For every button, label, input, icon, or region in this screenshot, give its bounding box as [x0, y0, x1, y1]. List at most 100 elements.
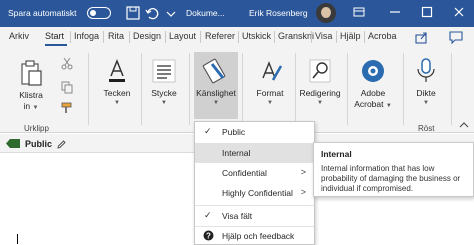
tab-separator — [238, 31, 239, 43]
tooltip: Internal Internal information that has l… — [313, 142, 474, 197]
current-label-text[interactable]: Public — [25, 139, 52, 149]
document-title[interactable]: Dokume... — [186, 8, 225, 18]
dictate-button[interactable]: Dikte ▼ — [408, 56, 444, 107]
autosave-label: Spara automatiskt — [8, 8, 77, 18]
group-separator — [88, 53, 89, 125]
group-separator — [347, 53, 348, 125]
menu-item-show-field[interactable]: ✓ Visa fält — [195, 206, 314, 226]
ribbon-display-icon[interactable] — [352, 5, 366, 19]
menu-item-highly-confidential[interactable]: Highly Confidential > — [195, 183, 314, 203]
sensitivity-dropdown-menu: ✓ Public Internal Confidential > Highly … — [194, 121, 315, 245]
title-bar: Spara automatiskt Dokume... Erik Rosenbe… — [0, 0, 474, 27]
cut-icon[interactable] — [60, 56, 74, 70]
paste-button[interactable]: Klistra in ▼ — [14, 58, 48, 112]
editing-label: Redigering — [299, 88, 341, 98]
styles-button[interactable]: Format ▼ — [250, 56, 290, 107]
tab-layout[interactable]: Layout — [169, 31, 196, 41]
text-cursor — [17, 234, 18, 244]
group-separator — [189, 53, 190, 125]
tab-separator — [311, 31, 312, 43]
chevron-right-icon: > — [300, 187, 306, 197]
save-icon[interactable] — [126, 5, 140, 21]
svg-text:?: ? — [206, 231, 211, 240]
edit-pencil-icon[interactable] — [57, 140, 66, 149]
maximize-icon[interactable] — [420, 5, 434, 19]
menu-item-confidential[interactable]: Confidential > — [195, 163, 314, 183]
comments-icon[interactable] — [448, 29, 464, 45]
tab-granskning[interactable]: Granskni — [278, 31, 314, 41]
tab-separator — [129, 31, 130, 43]
tab-separator — [336, 31, 337, 43]
chevron-down-icon: ▼ — [114, 100, 120, 106]
microphone-icon — [417, 58, 435, 82]
share-icon[interactable] — [414, 29, 430, 45]
group-separator — [451, 53, 452, 125]
checkmark-icon: ✓ — [204, 210, 212, 220]
chevron-down-icon: ▼ — [385, 103, 392, 109]
copy-icon[interactable] — [60, 80, 74, 94]
tab-design[interactable]: Design — [133, 31, 161, 41]
chevron-down-icon: ▼ — [213, 100, 219, 106]
sensitivity-label: Känslighet — [196, 88, 236, 98]
group-separator — [141, 53, 142, 125]
autosave-toggle[interactable] — [87, 7, 111, 19]
sensitivity-tag-icon — [202, 58, 226, 84]
menu-item-label: Public — [222, 127, 246, 137]
menu-item-help-feedback[interactable]: ? Hjälp och feedback — [195, 226, 314, 245]
tab-rita[interactable]: Rita — [108, 31, 124, 41]
paragraph-button[interactable]: Stycke ▼ — [146, 56, 182, 107]
chevron-down-icon: ▼ — [317, 100, 323, 106]
menu-item-label: Highly Confidential — [222, 188, 293, 198]
paste-sub-label: in — [23, 101, 31, 111]
tooltip-body: Internal information that has low probab… — [321, 164, 461, 193]
adobe-acrobat-icon — [362, 60, 384, 82]
styles-label: Format — [256, 88, 284, 98]
voice-group-label: Röst — [418, 124, 435, 133]
avatar[interactable] — [316, 3, 336, 23]
tab-start[interactable]: Start — [45, 31, 64, 41]
undo-icon[interactable] — [145, 5, 159, 21]
user-name[interactable]: Erik Rosenberg — [249, 8, 308, 18]
tab-referenser[interactable]: Referer — [205, 31, 235, 41]
tab-separator — [165, 31, 166, 43]
tab-separator — [274, 31, 275, 43]
paragraph-align-icon — [152, 59, 176, 83]
adobe-acrobat-button[interactable]: Adobe Acrobat ▼ — [350, 56, 396, 110]
sensitivity-button[interactable]: Känslighet ▼ — [194, 56, 238, 107]
paste-label: Klistra — [19, 90, 43, 100]
menu-item-label: Confidential — [222, 168, 267, 178]
adobe-label: Adobe — [360, 88, 386, 98]
tab-separator — [200, 31, 201, 43]
editing-button[interactable]: Redigering ▼ — [298, 56, 342, 107]
tab-utskick[interactable]: Utskick — [242, 31, 271, 41]
font-label: Tecken — [103, 88, 131, 98]
tab-separator — [364, 31, 365, 43]
tab-arkiv[interactable]: Arkiv — [9, 31, 29, 41]
acrobat-label: Acrobat — [354, 99, 384, 109]
minimize-icon[interactable] — [388, 5, 402, 19]
tab-hjalp[interactable]: Hjälp — [340, 31, 361, 41]
help-icon: ? — [203, 230, 214, 241]
menu-item-label: Hjälp och feedback — [222, 231, 295, 241]
menu-item-label: Internal — [222, 148, 251, 158]
format-painter-icon[interactable] — [60, 101, 74, 115]
menu-item-public[interactable]: ✓ Public — [195, 122, 314, 142]
font-color-icon — [109, 58, 125, 82]
tab-visa[interactable]: Visa — [315, 31, 332, 41]
active-tab-indicator — [45, 44, 67, 46]
tab-separator — [103, 31, 104, 43]
chevron-right-icon: > — [300, 167, 306, 177]
menu-item-label: Visa fält — [222, 211, 253, 221]
tab-infoga[interactable]: Infoga — [74, 31, 99, 41]
label-tag-icon — [6, 139, 20, 148]
tab-acrobat[interactable]: Acroba — [368, 31, 397, 41]
group-separator — [242, 53, 243, 125]
chevron-down-icon: ▼ — [267, 100, 273, 106]
ribbon-tab-bar — [0, 27, 474, 47]
qat-dropdown-icon[interactable] — [164, 5, 178, 21]
menu-item-internal[interactable]: Internal — [195, 143, 314, 163]
collapse-ribbon-icon[interactable] — [458, 120, 470, 130]
checkmark-icon: ✓ — [204, 126, 212, 136]
font-button[interactable]: Tecken ▼ — [99, 56, 135, 107]
close-icon[interactable] — [452, 5, 466, 19]
